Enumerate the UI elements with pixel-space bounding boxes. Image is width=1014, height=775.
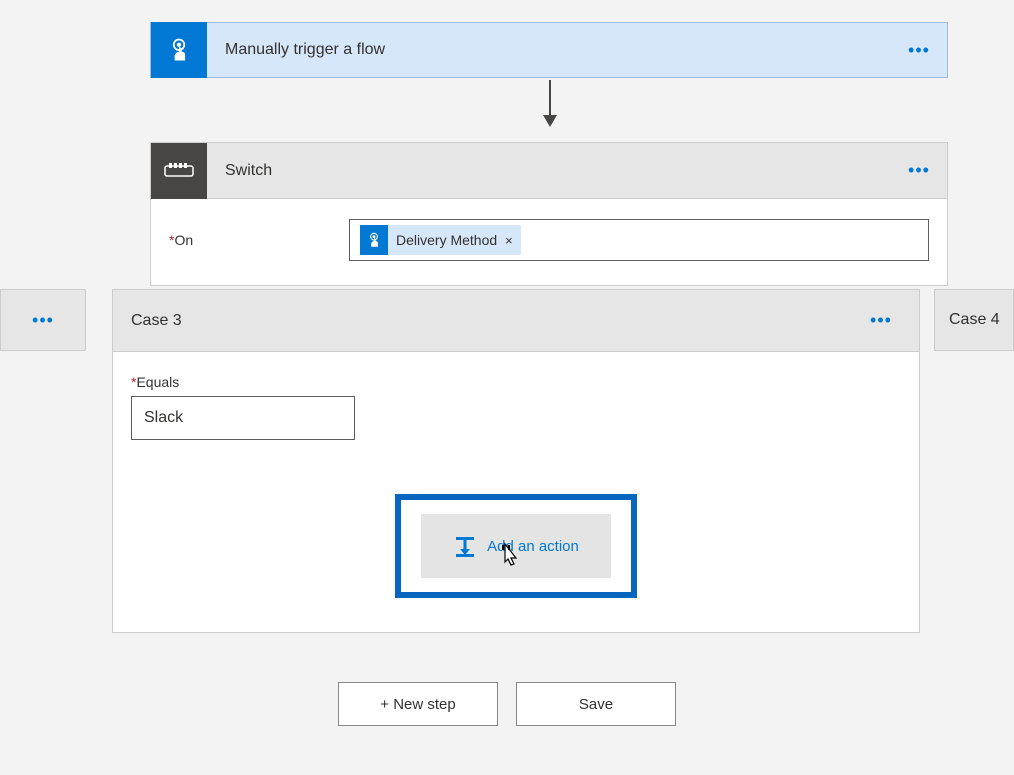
token-delivery-method[interactable]: Delivery Method × <box>360 225 521 255</box>
case-title: Case 3 <box>131 312 861 330</box>
trigger-card[interactable]: Manually trigger a flow ••• <box>150 22 948 78</box>
add-action-button[interactable]: Add an action <box>421 514 611 578</box>
case-header[interactable]: Case 3 ••• <box>113 290 919 352</box>
trigger-icon <box>151 22 207 78</box>
previous-case-card[interactable]: ••• <box>0 289 86 351</box>
switch-header[interactable]: Switch ••• <box>151 143 947 199</box>
add-action-container: Add an action <box>131 494 901 598</box>
switch-title: Switch <box>207 162 899 180</box>
new-step-label: + New step <box>380 696 455 713</box>
switch-on-label: *On <box>169 232 349 248</box>
case-body: *Equals Add an action <box>113 352 919 632</box>
next-case-title: Case 4 <box>949 311 1000 329</box>
token-remove-icon[interactable]: × <box>505 233 513 248</box>
next-case-card[interactable]: Case 4 <box>934 289 1014 351</box>
footer-buttons: + New step Save <box>0 682 1014 726</box>
switch-card: Switch ••• *On Delivery Method × <box>150 142 948 286</box>
highlight-annotation: Add an action <box>395 494 637 598</box>
on-label-text: On <box>174 232 193 248</box>
touch-icon <box>165 36 193 64</box>
touch-icon <box>360 225 388 255</box>
switch-icon <box>151 143 207 199</box>
save-button[interactable]: Save <box>516 682 676 726</box>
case-card: Case 3 ••• *Equals Add an action <box>112 289 920 633</box>
equals-label: *Equals <box>131 374 901 390</box>
switch-dip-icon <box>164 162 194 180</box>
switch-body: *On Delivery Method × <box>151 199 947 285</box>
save-label: Save <box>579 696 613 713</box>
token-label: Delivery Method <box>396 232 497 248</box>
new-step-button[interactable]: + New step <box>338 682 498 726</box>
case-menu-button[interactable]: ••• <box>861 301 901 341</box>
add-action-icon <box>453 534 477 558</box>
switch-on-input[interactable]: Delivery Method × <box>349 219 929 261</box>
equals-label-text: Equals <box>136 374 179 390</box>
add-action-label: Add an action <box>487 538 579 555</box>
previous-case-menu-button[interactable]: ••• <box>23 300 63 340</box>
flow-arrow-icon <box>549 80 551 124</box>
equals-input[interactable] <box>131 396 355 440</box>
switch-menu-button[interactable]: ••• <box>899 151 939 191</box>
trigger-menu-button[interactable]: ••• <box>899 30 939 70</box>
trigger-title: Manually trigger a flow <box>207 41 899 59</box>
